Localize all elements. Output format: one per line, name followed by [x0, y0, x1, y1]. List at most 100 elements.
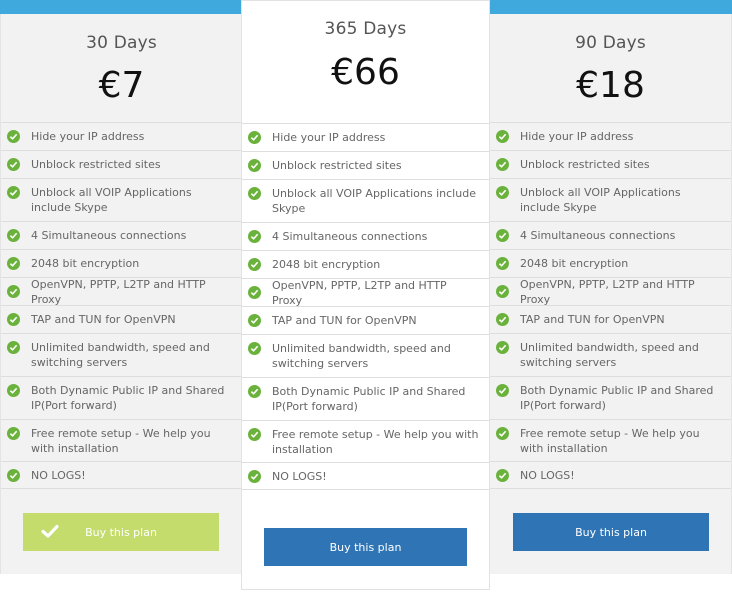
- feature-text: Unblock all VOIP Applications include Sk…: [520, 186, 681, 214]
- check-circle-icon: [248, 230, 261, 243]
- feature-item: NO LOGS!: [1, 461, 242, 489]
- check-circle-icon: [496, 427, 509, 440]
- plan-card-365-days: 365 Days €66 Hide your IP address Unbloc…: [241, 0, 490, 590]
- feature-text: Unblock restricted sites: [520, 158, 650, 171]
- check-circle-icon: [7, 469, 20, 482]
- feature-item: Unblock all VOIP Applications include Sk…: [490, 178, 731, 221]
- check-circle-icon: [496, 313, 509, 326]
- plan-accent-bar-left: [0, 0, 241, 14]
- buy-plan-label: Buy this plan: [85, 525, 157, 539]
- feature-text: NO LOGS!: [272, 469, 327, 483]
- feature-text: 2048 bit encryption: [31, 257, 140, 270]
- buy-plan-button-30-days[interactable]: Buy this plan: [23, 513, 219, 551]
- feature-item: Unblock restricted sites: [490, 150, 731, 178]
- plan-title: 30 Days: [86, 33, 157, 53]
- feature-text: Unlimited bandwidth, speed and switching…: [520, 341, 699, 369]
- check-circle-icon: [7, 341, 20, 354]
- feature-item: Unlimited bandwidth, speed and switching…: [1, 333, 242, 376]
- feature-text: Hide your IP address: [31, 130, 145, 143]
- feature-list: Hide your IP address Unblock restricted …: [1, 122, 242, 489]
- feature-text: TAP and TUN for OpenVPN: [520, 313, 665, 326]
- feature-item: Hide your IP address: [490, 122, 731, 150]
- feature-text: Free remote setup - We help you with ins…: [520, 426, 700, 455]
- check-circle-icon: [496, 158, 509, 171]
- check-circle-icon: [7, 427, 20, 440]
- feature-text: Unblock all VOIP Applications include Sk…: [31, 186, 192, 214]
- feature-item: 4 Simultaneous connections: [242, 222, 489, 250]
- feature-item: Free remote setup - We help you with ins…: [242, 420, 489, 462]
- buy-plan-label: Buy this plan: [575, 525, 647, 539]
- feature-text: 4 Simultaneous connections: [520, 229, 676, 242]
- plan-accent-bar-right: [490, 0, 732, 14]
- feature-text: NO LOGS!: [520, 468, 575, 482]
- plan-price: €66: [331, 52, 400, 93]
- feature-text: 4 Simultaneous connections: [31, 229, 187, 242]
- feature-item: 4 Simultaneous connections: [490, 221, 731, 249]
- feature-text: Unlimited bandwidth, speed and switching…: [31, 341, 210, 369]
- feature-item: Unblock all VOIP Applications include Sk…: [242, 179, 489, 222]
- buy-plan-button-90-days[interactable]: Buy this plan: [513, 513, 709, 551]
- check-circle-icon: [7, 186, 20, 199]
- check-circle-icon: [248, 314, 261, 327]
- feature-item: TAP and TUN for OpenVPN: [1, 305, 242, 333]
- plan-price: €18: [576, 65, 645, 106]
- feature-text: Unblock restricted sites: [272, 159, 402, 172]
- checkmark-icon: [41, 524, 59, 542]
- check-circle-icon: [496, 229, 509, 242]
- feature-item: TAP and TUN for OpenVPN: [242, 306, 489, 334]
- check-circle-icon: [496, 257, 509, 270]
- check-circle-icon: [7, 285, 20, 298]
- check-circle-icon: [248, 428, 261, 441]
- check-circle-icon: [7, 313, 20, 326]
- buy-plan-button-365-days[interactable]: Buy this plan: [264, 528, 467, 566]
- check-circle-icon: [248, 187, 261, 200]
- feature-item: 2048 bit encryption: [1, 249, 242, 277]
- feature-text: Both Dynamic Public IP and Shared IP(Por…: [272, 385, 466, 413]
- check-circle-icon: [248, 286, 261, 299]
- feature-item: Hide your IP address: [242, 123, 489, 151]
- feature-item: Free remote setup - We help you with ins…: [490, 419, 731, 461]
- feature-text: Unblock restricted sites: [31, 158, 161, 171]
- check-circle-icon: [7, 257, 20, 270]
- feature-list: Hide your IP address Unblock restricted …: [490, 122, 731, 489]
- feature-item: Free remote setup - We help you with ins…: [1, 419, 242, 461]
- check-circle-icon: [248, 131, 261, 144]
- feature-text: Both Dynamic Public IP and Shared IP(Por…: [520, 384, 714, 412]
- plan-card-30-days: 30 Days €7 Hide your IP address Unblock …: [0, 14, 242, 574]
- feature-text: Hide your IP address: [272, 131, 386, 144]
- feature-text: Free remote setup - We help you with ins…: [31, 426, 211, 455]
- feature-item: TAP and TUN for OpenVPN: [490, 305, 731, 333]
- feature-item: Unlimited bandwidth, speed and switching…: [242, 334, 489, 377]
- feature-text: Unblock all VOIP Applications include Sk…: [272, 187, 476, 215]
- feature-text: 2048 bit encryption: [272, 258, 381, 271]
- plan-title: 90 Days: [575, 33, 646, 53]
- feature-list: Hide your IP address Unblock restricted …: [242, 123, 489, 490]
- feature-text: Unlimited bandwidth, speed and switching…: [272, 342, 451, 370]
- check-circle-icon: [7, 158, 20, 171]
- plan-title: 365 Days: [324, 19, 407, 39]
- feature-item: Hide your IP address: [1, 122, 242, 150]
- feature-text: OpenVPN, PPTP, L2TP and HTTP Proxy: [520, 277, 695, 306]
- check-circle-icon: [248, 258, 261, 271]
- feature-text: OpenVPN, PPTP, L2TP and HTTP Proxy: [272, 278, 447, 307]
- feature-text: OpenVPN, PPTP, L2TP and HTTP Proxy: [31, 277, 206, 306]
- check-circle-icon: [496, 285, 509, 298]
- feature-item: Both Dynamic Public IP and Shared IP(Por…: [242, 377, 489, 420]
- check-circle-icon: [496, 186, 509, 199]
- feature-item: 2048 bit encryption: [490, 249, 731, 277]
- check-circle-icon: [248, 470, 261, 483]
- feature-item: Both Dynamic Public IP and Shared IP(Por…: [490, 376, 731, 419]
- check-circle-icon: [7, 229, 20, 242]
- feature-item: NO LOGS!: [242, 462, 489, 490]
- check-circle-icon: [496, 130, 509, 143]
- check-circle-icon: [248, 159, 261, 172]
- check-circle-icon: [496, 469, 509, 482]
- feature-item: Unblock restricted sites: [1, 150, 242, 178]
- buy-plan-label: Buy this plan: [329, 540, 402, 554]
- feature-text: Both Dynamic Public IP and Shared IP(Por…: [31, 384, 225, 412]
- feature-item: Both Dynamic Public IP and Shared IP(Por…: [1, 376, 242, 419]
- feature-text: NO LOGS!: [31, 468, 86, 482]
- feature-item: Unblock all VOIP Applications include Sk…: [1, 178, 242, 221]
- feature-item: OpenVPN, PPTP, L2TP and HTTP Proxy: [490, 277, 731, 306]
- check-circle-icon: [7, 384, 20, 397]
